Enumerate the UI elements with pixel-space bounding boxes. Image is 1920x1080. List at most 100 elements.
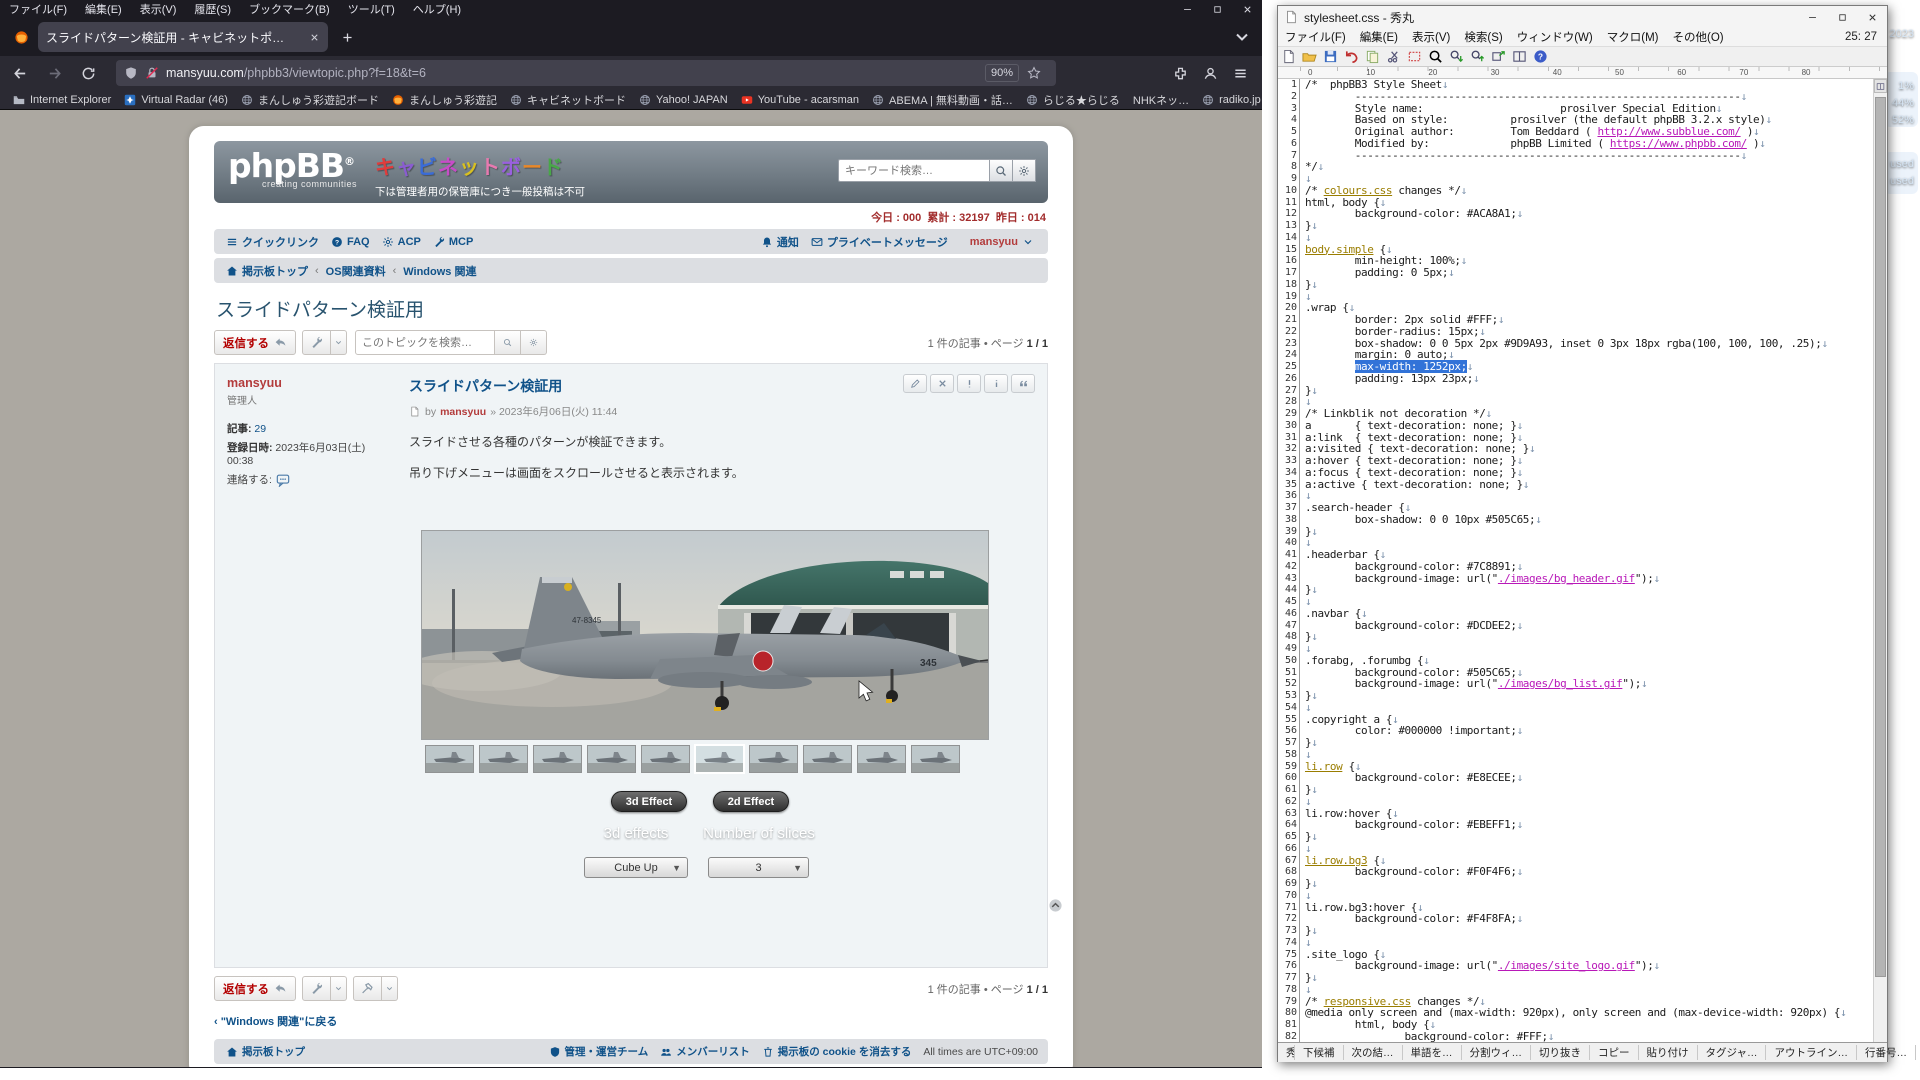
code-line[interactable]: 39}↓ [1278, 526, 1873, 538]
code-line[interactable]: 22 border-radius: 15px;↓ [1278, 326, 1873, 338]
moderator-tools-dropdown[interactable] [382, 976, 398, 1001]
bookmark-item[interactable]: Virtual Radar (46) [124, 94, 228, 106]
topic-search-button[interactable] [495, 330, 521, 355]
editor-menu-item[interactable]: ファイル(F) [1278, 29, 1353, 45]
editor-scrollbar[interactable] [1873, 79, 1887, 1042]
magdown-icon[interactable] [1446, 48, 1467, 66]
code-line[interactable]: 45↓ [1278, 596, 1873, 608]
nav-link-クイックリンク[interactable]: クイックリンク [226, 234, 319, 250]
reload-button[interactable] [74, 60, 102, 86]
code-line[interactable]: 65}↓ [1278, 831, 1873, 843]
nav-link-通知[interactable]: 通知 [761, 234, 799, 250]
firefox-menu-item[interactable]: 表示(V) [131, 1, 186, 17]
magup-icon[interactable] [1467, 48, 1488, 66]
slide-thumbnail-1[interactable] [426, 746, 473, 772]
topic-search-advanced-button[interactable] [521, 330, 547, 355]
close-icon[interactable] [1857, 7, 1887, 27]
code-line[interactable]: 43 background-image: url("./images/bg_he… [1278, 573, 1873, 585]
scrollbar-split-icon[interactable] [1874, 79, 1887, 93]
code-line[interactable]: 53}↓ [1278, 690, 1873, 702]
code-line[interactable]: 19↓ [1278, 291, 1873, 303]
url-bar[interactable]: mansyuu.com/phpbb3/viewtopic.php?f=18&t=… [116, 60, 1056, 86]
slide-thumbnail-2[interactable] [480, 746, 527, 772]
minimize-icon[interactable] [1172, 0, 1202, 18]
code-line[interactable]: 41.headerbar {↓ [1278, 549, 1873, 561]
quote-post-button[interactable] [1011, 374, 1035, 393]
topic-tools-button-bottom[interactable] [302, 976, 331, 1001]
code-line[interactable]: 21 border: 2px solid #FFF;↓ [1278, 314, 1873, 326]
firefox-menu-item[interactable]: ツール(T) [339, 1, 404, 17]
moderator-tools-button[interactable] [353, 976, 382, 1001]
statusbar-function[interactable]: 分割ウィ… [1462, 1045, 1532, 1060]
code-line[interactable]: 82 background-color: #FFF;↓ [1278, 1031, 1873, 1042]
code-line[interactable]: 73}↓ [1278, 925, 1873, 937]
jumpbox-icon[interactable] [1488, 48, 1509, 66]
reply-button-bottom[interactable]: 返信する [214, 976, 296, 1001]
topic-tools-dropdown[interactable] [331, 330, 347, 355]
editor-menu-item[interactable]: 編集(E) [1353, 29, 1405, 45]
advanced-search-button[interactable] [1012, 159, 1036, 182]
statusbar-function[interactable]: コピー [1590, 1045, 1639, 1060]
code-line[interactable]: 57}↓ [1278, 737, 1873, 749]
code-line[interactable]: 34a:focus { text-decoration: none; }↓ [1278, 467, 1873, 479]
contact-pm-icon[interactable] [276, 473, 290, 487]
mag-icon[interactable] [1425, 48, 1446, 66]
code-line[interactable]: 35a:active { text-decoration: none; }↓ [1278, 479, 1873, 491]
statusbar-function[interactable]: 貼り付け [1639, 1045, 1698, 1060]
footer-link[interactable]: メンバーリスト [660, 1044, 750, 1059]
breadcrumb-item[interactable]: OS関連資料 [326, 263, 386, 279]
bookmark-item[interactable]: YouTube - acarsman [741, 94, 859, 106]
code-line[interactable]: 54↓ [1278, 702, 1873, 714]
code-line[interactable]: 48}↓ [1278, 631, 1873, 643]
back-button[interactable] [6, 60, 34, 86]
code-line[interactable]: 77}↓ [1278, 972, 1873, 984]
delete-post-button[interactable] [930, 374, 954, 393]
edit-post-button[interactable] [903, 374, 927, 393]
code-line[interactable]: 1/* phpBB3 Style Sheet↓ [1278, 79, 1873, 91]
bookmark-item[interactable]: ABEMA | 無料動画・話… [872, 92, 1013, 108]
code-line[interactable]: 8*/↓ [1278, 161, 1873, 173]
report-post-button[interactable] [957, 374, 981, 393]
account-icon[interactable] [1196, 60, 1224, 86]
topic-tools-dropdown-bottom[interactable] [331, 976, 347, 1001]
code-line[interactable]: 18}↓ [1278, 279, 1873, 291]
code-line[interactable]: 66↓ [1278, 843, 1873, 855]
slide-thumbnail-4[interactable] [588, 746, 635, 772]
close-icon[interactable] [1232, 0, 1262, 18]
search-button[interactable] [989, 159, 1013, 182]
editor-menu-item[interactable]: 表示(V) [1405, 29, 1457, 45]
firefox-view-icon[interactable] [8, 24, 34, 50]
bookmark-item[interactable]: radiko.jp [1202, 94, 1261, 106]
bookmark-item[interactable]: NHKネッ… [1133, 92, 1189, 108]
code-line[interactable]: 81 html, body {↓ [1278, 1019, 1873, 1031]
code-line[interactable]: 10/* colours.css changes */↓ [1278, 185, 1873, 197]
new-tab-button[interactable] [334, 24, 360, 50]
board-index-link[interactable]: 掲示板トップ [226, 1044, 305, 1059]
firefox-menu-item[interactable]: 履歴(S) [185, 1, 240, 17]
code-line[interactable]: 47 background-color: #DCDEE2;↓ [1278, 620, 1873, 632]
undo-icon[interactable] [1341, 48, 1362, 66]
phpbb-logo[interactable]: phpBB® creating communities [228, 149, 357, 203]
info-post-button[interactable] [984, 374, 1008, 393]
topic-tools-button[interactable] [302, 330, 331, 355]
return-to-forum-link[interactable]: ‹ "Windows 関連"に戻る [214, 1013, 1048, 1029]
slices-select[interactable]: 3▼ [708, 857, 809, 878]
code-line[interactable]: 58↓ [1278, 749, 1873, 761]
code-line[interactable]: 60 background-color: #E8ECEE;↓ [1278, 772, 1873, 784]
post-author[interactable]: mansyuu [227, 376, 385, 390]
slide-thumbnail-10[interactable] [912, 746, 959, 772]
code-line[interactable]: 49↓ [1278, 643, 1873, 655]
extensions-icon[interactable] [1166, 60, 1194, 86]
breadcrumb-item[interactable]: Windows 関連 [403, 263, 476, 279]
code-line[interactable]: 12 background-color: #ACA8A1;↓ [1278, 208, 1873, 220]
code-line[interactable]: 2 --------------------------------------… [1278, 91, 1873, 103]
tab-close-icon[interactable] [309, 32, 320, 43]
splitwin-icon[interactable] [1509, 48, 1530, 66]
breadcrumb-item[interactable]: 掲示板トップ [226, 263, 308, 279]
footer-link[interactable]: 掲示板の cookie を消去する [762, 1044, 912, 1059]
firefox-menu-item[interactable]: ヘルプ(H) [404, 1, 470, 17]
bookmark-star-icon[interactable] [1027, 66, 1041, 80]
statusbar-function[interactable]: 行番号… [1857, 1045, 1916, 1060]
posts-count[interactable]: 29 [254, 423, 266, 435]
openfolder-icon[interactable] [1299, 48, 1320, 66]
